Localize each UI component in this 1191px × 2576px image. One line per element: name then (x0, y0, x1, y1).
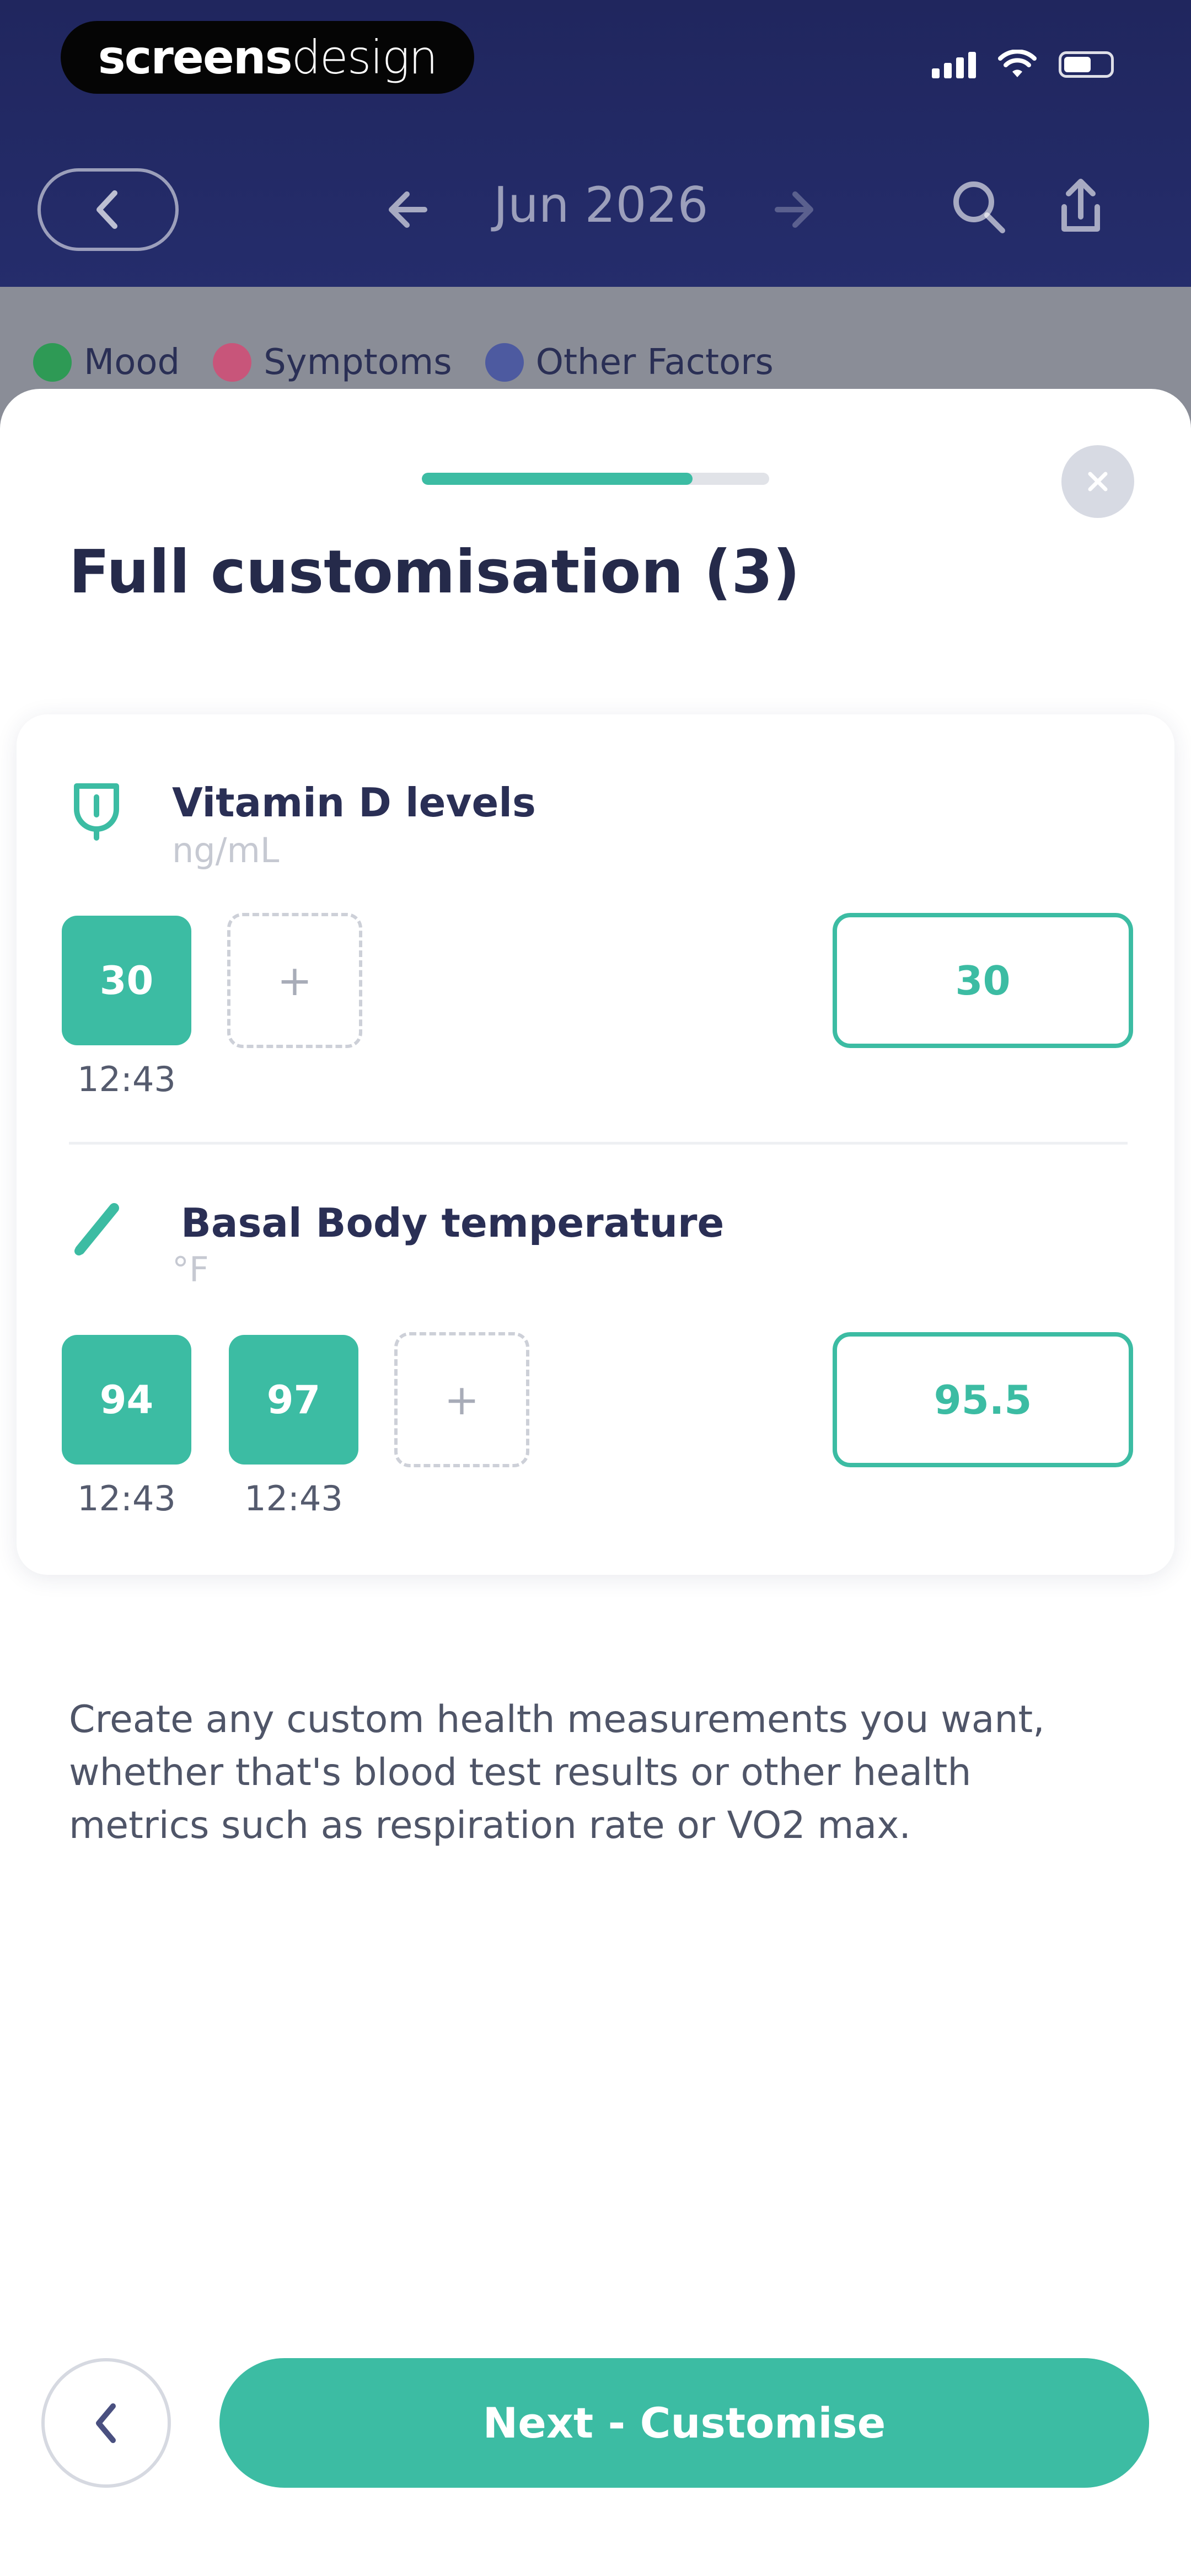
metric-name: Basal Body temperature (181, 1200, 725, 1246)
chip-mood-label: Mood (84, 342, 180, 383)
onboarding-progress-bar (422, 473, 769, 485)
other-factors-icon (485, 343, 524, 382)
metric-unit: ng/mL (172, 830, 280, 870)
reading-time: 12:43 (77, 1478, 176, 1519)
app-header-background: screens design Jun 2026 (0, 0, 1191, 292)
battery-icon (1059, 51, 1114, 78)
search-icon[interactable] (948, 177, 1009, 237)
chip-other-factors-label: Other Factors (535, 342, 774, 383)
sheet-title: Full customisation (3) (69, 538, 800, 607)
chevron-left-icon (95, 2403, 116, 2443)
customisation-sheet: Full customisation (3) Vitamin D levels … (0, 389, 1191, 2576)
close-button[interactable] (1061, 445, 1134, 518)
chip-other-factors[interactable]: Other Factors (485, 342, 774, 383)
reading-chip[interactable]: 97 (229, 1335, 358, 1465)
month-title: Jun 2026 (493, 177, 709, 233)
thermometer-icon (74, 1203, 119, 1255)
reading-time: 12:43 (244, 1478, 343, 1519)
reading-chip[interactable]: 30 (62, 916, 191, 1045)
brand-logo-bold: screens (98, 30, 293, 84)
share-icon[interactable] (1048, 174, 1114, 240)
close-icon (1088, 472, 1108, 491)
reading-chip[interactable]: 94 (62, 1335, 191, 1465)
chip-symptoms[interactable]: Symptoms (213, 342, 452, 383)
metric-summary-value[interactable]: 95.5 (833, 1332, 1133, 1467)
mood-icon (33, 343, 72, 382)
brand-logo: screens design (61, 21, 474, 94)
back-button[interactable] (37, 168, 179, 251)
metric-name: Vitamin D levels (172, 779, 536, 826)
next-month-arrow-icon[interactable] (766, 182, 822, 237)
feature-description: Create any custom health measurements yo… (69, 1698, 1045, 1847)
previous-month-arrow-icon[interactable] (380, 182, 436, 237)
metrics-card: Vitamin D levels ng/mL 30 12:43 + 30 Bas… (17, 714, 1174, 1575)
add-reading-button[interactable]: + (394, 1332, 529, 1467)
status-icons (932, 50, 1114, 79)
chip-mood[interactable]: Mood (33, 342, 180, 383)
next-customise-button[interactable]: Next - Customise (219, 2358, 1149, 2488)
metric-unit: °F (172, 1249, 209, 1290)
brand-logo-light: design (291, 30, 438, 84)
chip-symptoms-label: Symptoms (264, 342, 452, 383)
wifi-icon (998, 50, 1037, 77)
cellular-signal-icon (932, 51, 976, 78)
filter-chips: Mood Symptoms Other Factors (33, 342, 774, 383)
previous-step-button[interactable] (41, 2358, 171, 2488)
syringe-drop-icon (74, 783, 119, 841)
chevron-left-icon (96, 190, 117, 229)
reading-time: 12:43 (77, 1059, 176, 1099)
metric-summary-value[interactable]: 30 (833, 913, 1133, 1048)
symptoms-icon (213, 343, 252, 382)
card-divider (69, 1142, 1128, 1145)
add-reading-button[interactable]: + (227, 913, 362, 1048)
progress-fill (422, 473, 693, 485)
